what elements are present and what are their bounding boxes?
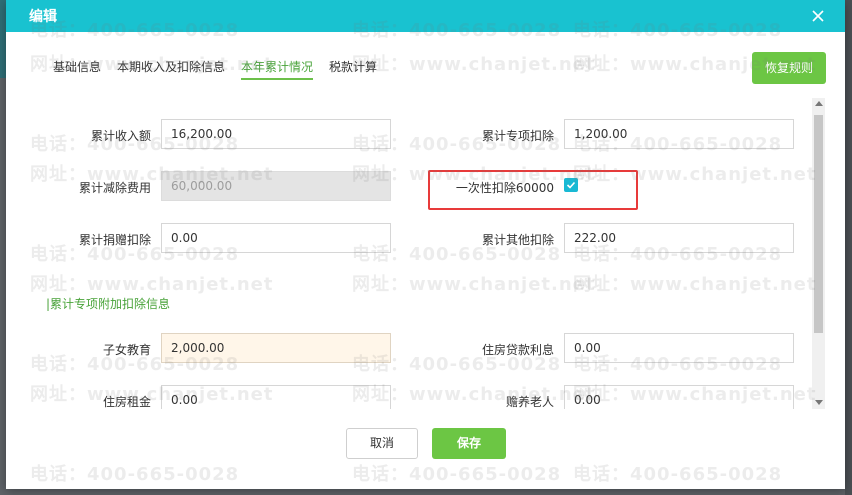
cancel-button[interactable]: 取消 [346, 428, 418, 459]
cumulative-other-deduction-input[interactable]: 222.00 [564, 223, 794, 253]
form-content: 累计收入额 16,200.00 累计专项扣除 1,200.00 累计减除费用 6… [6, 98, 826, 409]
children-education-input[interactable]: 2,000.00 [161, 333, 391, 363]
checkmark-icon [566, 181, 576, 189]
housing-loan-interest-input[interactable]: 0.00 [564, 333, 794, 363]
save-button[interactable]: 保存 [432, 428, 506, 459]
scroll-down-arrow-icon[interactable] [815, 400, 823, 405]
tab-annual-cumulative[interactable]: 本年累计情况 [241, 58, 314, 80]
cumulative-special-deduction-label: 累计专项扣除 [481, 129, 554, 143]
dialog-header: 编辑 [6, 0, 845, 32]
tab-current-income-deductions[interactable]: 本期收入及扣除信息 [117, 58, 225, 75]
background-edge [845, 0, 852, 495]
cumulative-special-deduction-input[interactable]: 1,200.00 [564, 119, 794, 149]
section-title-special-additional: |累计专项附加扣除信息 [46, 297, 171, 311]
cumulative-donation-deduction-input[interactable]: 0.00 [161, 223, 391, 253]
restore-rules-button[interactable]: 恢复规则 [752, 52, 826, 84]
one-time-deduction-checkbox[interactable] [564, 178, 578, 192]
housing-rent-input[interactable]: 0.00 [161, 385, 391, 409]
edit-dialog: 编辑 基础信息 本期收入及扣除信息 本年累计情况 税款计算 恢复规则 累计收入额… [6, 0, 845, 489]
tab-basic-info[interactable]: 基础信息 [53, 58, 101, 75]
cumulative-income-input[interactable]: 16,200.00 [161, 119, 391, 149]
children-education-label: 子女教育 [102, 343, 151, 357]
cumulative-reduction-expense-input: 60,000.00 [161, 171, 391, 201]
housing-rent-label: 住房租金 [102, 395, 151, 409]
dialog-title: 编辑 [29, 9, 57, 25]
scrollbar-thumb[interactable] [814, 115, 823, 333]
elderly-support-input[interactable]: 0.00 [564, 385, 794, 409]
close-icon[interactable] [808, 6, 828, 26]
scroll-up-arrow-icon[interactable] [815, 101, 823, 106]
cumulative-donation-deduction-label: 累计捐赠扣除 [78, 233, 151, 247]
tab-tax-calculation[interactable]: 税款计算 [329, 58, 377, 75]
elderly-support-label: 赡养老人 [505, 395, 554, 409]
one-time-deduction-label: 一次性扣除60000 [455, 181, 554, 195]
cumulative-reduction-expense-label: 累计减除费用 [78, 181, 151, 195]
cumulative-other-deduction-label: 累计其他扣除 [481, 233, 554, 247]
content-scrollbar[interactable] [812, 98, 825, 409]
cumulative-income-label: 累计收入额 [90, 129, 151, 143]
housing-loan-interest-label: 住房贷款利息 [481, 343, 554, 357]
